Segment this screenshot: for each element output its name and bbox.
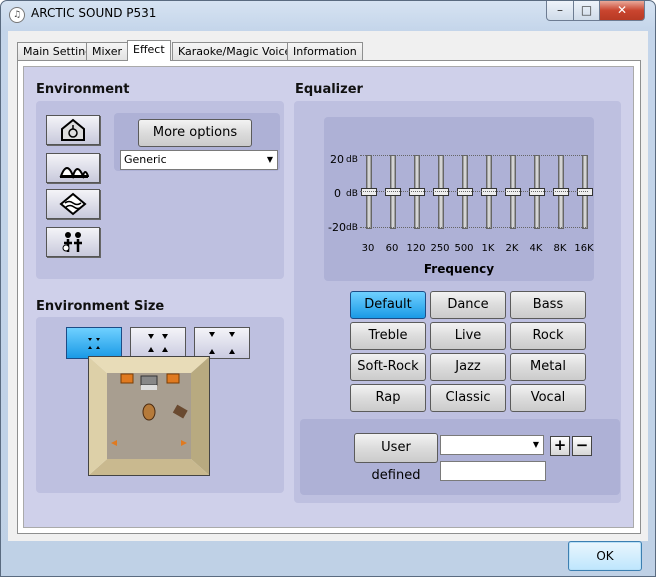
add-preset-button[interactable]: + [550, 436, 570, 456]
tab-mixer[interactable]: Mixer [86, 42, 129, 60]
eq-grid-line [360, 227, 588, 228]
environment-options-panel: More options Generic ▼ [114, 113, 280, 171]
user-preset-select[interactable]: ▼ [440, 435, 544, 455]
eq-slider-thumb[interactable] [529, 188, 545, 196]
close-button[interactable]: ✕ [599, 1, 645, 21]
db-unit-mid: dB [346, 189, 358, 199]
frequency-tick-label: 8K [553, 243, 567, 254]
maximize-button[interactable]: □ [573, 1, 600, 21]
preset-button-default[interactable]: Default [350, 291, 426, 319]
preset-button-jazz[interactable]: Jazz [430, 353, 506, 381]
user-defined-panel: User defined ▼ + − [300, 419, 620, 495]
app-icon: ♫ [9, 7, 25, 23]
frequency-tick-label: 30 [361, 243, 375, 254]
more-options-button[interactable]: More options [138, 119, 252, 147]
preset-button-live[interactable]: Live [430, 322, 506, 350]
frequency-tick-label: 500 [454, 243, 474, 254]
db-label-mid: 0 [334, 187, 341, 200]
eq-slider-thumb[interactable] [505, 188, 521, 196]
preset-button-soft-rock[interactable]: Soft-Rock [350, 353, 426, 381]
tab-karaoke-magic-voice[interactable]: Karaoke/Magic Voice [172, 42, 298, 60]
preset-name-input[interactable] [440, 461, 546, 481]
eq-slider-thumb[interactable] [433, 188, 449, 196]
preset-button-treble[interactable]: Treble [350, 322, 426, 350]
db-label-bottom: -20 [328, 221, 346, 234]
size-medium-button[interactable] [130, 327, 186, 359]
effect-content: Environment More options Generic ▼ Envir… [23, 66, 634, 528]
eq-slider-thumb[interactable] [409, 188, 425, 196]
eq-slider-thumb[interactable] [481, 188, 497, 196]
preset-button-rock[interactable]: Rock [510, 322, 586, 350]
user-defined-button[interactable]: User defined [354, 433, 438, 483]
environment-panel: More options Generic ▼ [36, 101, 284, 279]
preset-button-metal[interactable]: Metal [510, 353, 586, 381]
opera-house-icon[interactable] [46, 153, 100, 183]
window-title: ARCTIC SOUND P531 [31, 6, 157, 20]
frequency-tick-label: 16K [574, 243, 594, 254]
room-preview [88, 356, 210, 476]
preset-button-rap[interactable]: Rap [350, 384, 426, 412]
frequency-tick-label: 1K [481, 243, 495, 254]
room-people-icon[interactable] [46, 227, 100, 257]
size-small-button[interactable] [66, 327, 122, 359]
remove-preset-button[interactable]: − [572, 436, 592, 456]
eq-grid-line [360, 191, 588, 192]
client-area: Main Setting Mixer Effect Karaoke/Magic … [8, 31, 648, 541]
preset-button-classic[interactable]: Classic [430, 384, 506, 412]
minimize-button[interactable]: – [546, 1, 574, 21]
db-label-top: 20 [330, 153, 344, 166]
preset-button-dance[interactable]: Dance [430, 291, 506, 319]
effect-tab-panel: Environment More options Generic ▼ Envir… [17, 60, 641, 534]
ok-button[interactable]: OK [568, 541, 642, 571]
environment-size-heading: Environment Size [36, 299, 165, 314]
frequency-tick-label: 120 [406, 243, 426, 254]
eq-slider-thumb[interactable] [553, 188, 569, 196]
preset-button-vocal[interactable]: Vocal [510, 384, 586, 412]
concert-hall-icon[interactable] [46, 115, 100, 145]
tab-information[interactable]: Information [287, 42, 363, 60]
title-bar: ♫ ARCTIC SOUND P531 – □ ✕ [1, 1, 655, 29]
db-unit-top: dB [346, 155, 358, 165]
eq-slider-thumb[interactable] [361, 188, 377, 196]
environment-select[interactable]: Generic ▼ [120, 150, 278, 170]
environment-heading: Environment [36, 82, 130, 97]
chevron-down-icon: ▼ [532, 440, 539, 449]
frequency-tick-label: 250 [430, 243, 450, 254]
room-illustration [89, 357, 209, 475]
frequency-axis-label: Frequency [423, 262, 495, 276]
chevron-down-icon: ▼ [266, 155, 273, 164]
environment-select-value: Generic [124, 153, 167, 166]
frequency-tick-label: 60 [385, 243, 399, 254]
frequency-tick-label: 2K [505, 243, 519, 254]
equalizer-graph-panel: 20 dB 0 dB -20 dB 30 60 120 250 500 1K 2K 4K 8K 1… [324, 117, 594, 281]
frequency-tick-label: 4K [529, 243, 543, 254]
eq-grid-line [360, 155, 588, 156]
eq-slider-thumb[interactable] [577, 188, 593, 196]
underwater-icon[interactable] [46, 189, 100, 219]
eq-slider-thumb[interactable] [385, 188, 401, 196]
main-window: ♫ ARCTIC SOUND P531 – □ ✕ Main Setting M… [0, 0, 656, 577]
preset-button-bass[interactable]: Bass [510, 291, 586, 319]
size-large-button[interactable] [194, 327, 250, 359]
eq-slider-thumb[interactable] [457, 188, 473, 196]
db-unit-bottom: dB [346, 223, 358, 233]
tab-effect[interactable]: Effect [127, 40, 171, 61]
equalizer-heading: Equalizer [295, 82, 363, 97]
equalizer-panel: 20 dB 0 dB -20 dB 30 60 120 250 500 1K 2K 4K 8K 1… [294, 101, 621, 503]
